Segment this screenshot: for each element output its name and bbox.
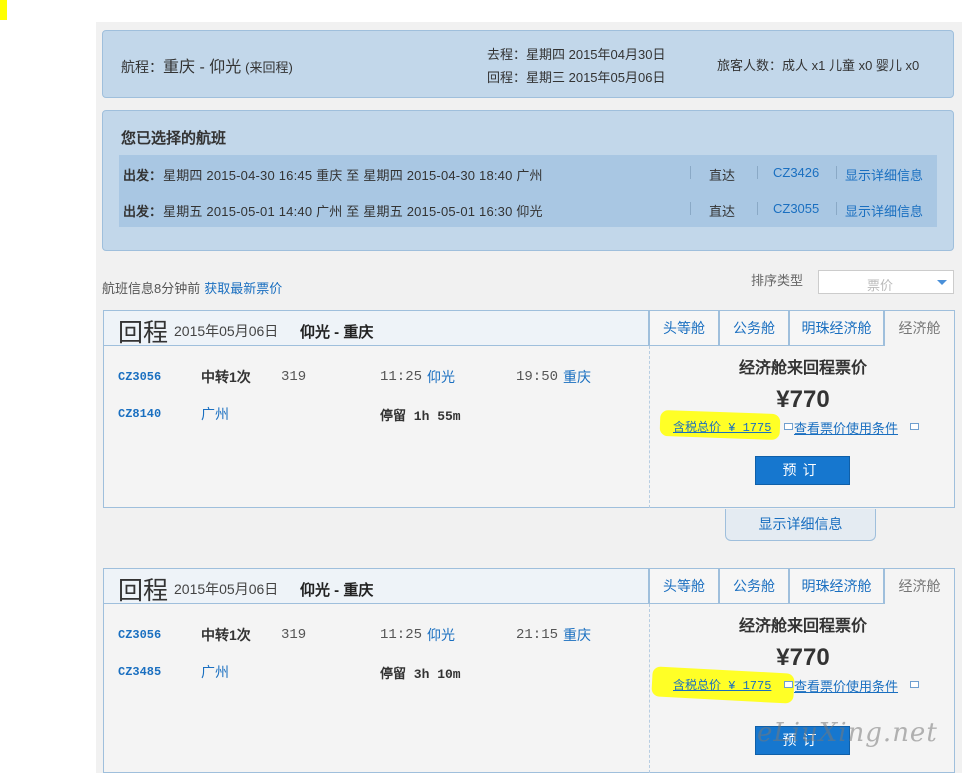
card-direction: 回程 [118,578,169,605]
aircraft-type: 319 [281,627,307,643]
departure-city: 仰光 [427,627,455,643]
show-details-button[interactable]: 显示详细信息 [725,509,876,541]
arrival-city: 重庆 [563,627,591,643]
divider [836,202,837,215]
fare-rules-link[interactable]: 查看票价使用条件 [794,676,898,695]
outbound-date: 去程：星期四 2015年04月30日 [487,47,666,62]
book-button[interactable]: 预订 [755,456,850,485]
tab-business-class[interactable]: 公务舱 [719,568,789,604]
selected-flights-list: 出发： 星期四 2015-04-30 16:45 重庆 至 星期四 2015-0… [119,155,937,227]
selected-flights-title: 您已选择的航班 [121,130,227,147]
card-route: 仰光 - 重庆 [300,324,374,341]
flight-result-card: 回程 2015年05月06日 仰光 - 重庆 头等舱 公务舱 明珠经济舱 经济舱… [103,310,955,510]
price-info-line: 航班信息8分钟前 获取最新票价 [102,278,282,297]
fare-price: ¥770 [776,386,830,413]
route-label: 航程： [121,59,163,75]
transit-city: 广州 [201,664,229,680]
flight-booking-page: 航程：重庆 - 仰光 (来回程) 去程：星期四 2015年04月30日 回程：星… [96,22,962,773]
price-updated-text: 航班信息8分钟前 [102,281,201,296]
depart-label: 出发： [123,204,163,219]
tab-premium-economy[interactable]: 明珠经济舱 [789,310,884,346]
departure-time: 11:25 [380,627,423,643]
corner-highlight [0,0,7,20]
tab-economy[interactable]: 经济舱 [884,568,955,604]
flight-number-link[interactable]: CZ3055 [773,201,819,216]
flight-detail-text: 星期四 2015-04-30 16:45 重庆 至 星期四 2015-04-30… [163,168,543,183]
transfer-count: 中转1次 [201,627,251,643]
total-tax-link[interactable]: 含税总价 ¥ 1775 [673,676,771,693]
flight-code-link[interactable]: CZ3485 [118,665,161,679]
sort-select-value: 票价 [867,278,894,293]
layover-duration: 停留 3h 10m [380,667,461,682]
card-route: 仰光 - 重庆 [300,582,374,599]
external-link-icon [910,681,919,688]
chevron-down-icon [937,280,947,285]
aircraft-type: 319 [281,369,307,385]
flight-code-link[interactable]: CZ3056 [118,370,161,384]
divider [757,202,758,215]
divider [757,166,758,179]
selected-flight-row: 出发： 星期五 2015-05-01 14:40 广州 至 星期五 2015-0… [119,191,937,227]
tab-first-class[interactable]: 头等舱 [649,568,719,604]
card-date: 2015年05月06日 [174,323,279,339]
transfer-count: 中转1次 [201,369,251,385]
return-date: 回程：星期三 2015年05月06日 [487,70,666,85]
selected-flight-row: 出发： 星期四 2015-04-30 16:45 重庆 至 星期四 2015-0… [119,155,937,191]
external-link-icon [784,423,793,430]
card-direction: 回程 [118,320,169,347]
card-date: 2015年05月06日 [174,581,279,597]
route-cities: 重庆 - 仰光 [163,59,242,76]
divider [690,166,691,179]
show-details-link[interactable]: 显示详细信息 [845,201,923,220]
arrival-time: 21:15 [516,627,559,643]
trip-dates: 去程：星期四 2015年04月30日 回程：星期三 2015年05月06日 [487,43,665,89]
flight-number-link[interactable]: CZ3426 [773,165,819,180]
departure-city: 仰光 [427,369,455,385]
nonstop-label: 直达 [709,204,736,219]
depart-label: 出发： [123,168,163,183]
fare-rules-link[interactable]: 查看票价使用条件 [794,418,898,437]
divider [690,202,691,215]
tab-premium-economy[interactable]: 明珠经济舱 [789,568,884,604]
route-type: (来回程) [245,60,293,75]
site-watermark: eLiuXing.net [757,718,938,748]
nonstop-label: 直达 [709,168,736,183]
fare-title: 经济舱来回程票价 [738,618,867,635]
selected-flights-panel: 您已选择的航班 出发： 星期四 2015-04-30 16:45 重庆 至 星期… [102,110,954,251]
flight-code-link[interactable]: CZ3056 [118,628,161,642]
departure-time: 11:25 [380,369,423,385]
transit-city: 广州 [201,406,229,422]
flight-detail-text: 星期五 2015-05-01 14:40 广州 至 星期五 2015-05-01… [163,204,543,219]
divider [836,166,837,179]
refresh-prices-link[interactable]: 获取最新票价 [204,281,282,296]
card-header: 回程 2015年05月06日 仰光 - 重庆 [103,310,649,347]
flight-code-link[interactable]: CZ8140 [118,407,161,421]
layover-duration: 停留 1h 55m [380,409,461,424]
sort-label: 排序类型 [751,273,804,288]
arrival-city: 重庆 [563,369,591,385]
arrival-time: 19:50 [516,369,559,385]
tab-first-class[interactable]: 头等舱 [649,310,719,346]
sort-select[interactable]: 票价 [818,270,954,294]
external-link-icon [910,423,919,430]
show-details-link[interactable]: 显示详细信息 [845,165,923,184]
card-header: 回程 2015年05月06日 仰光 - 重庆 [103,568,649,605]
tab-economy[interactable]: 经济舱 [884,310,955,346]
trip-summary: 航程：重庆 - 仰光 (来回程) 去程：星期四 2015年04月30日 回程：星… [102,30,954,98]
tab-business-class[interactable]: 公务舱 [719,310,789,346]
total-tax-link[interactable]: 含税总价 ¥ 1775 [673,418,771,435]
fare-title: 经济舱来回程票价 [738,360,867,377]
external-link-icon [784,681,793,688]
passenger-count: 旅客人数：成人 x1 儿童 x0 婴儿 x0 [717,58,920,73]
trip-route: 航程：重庆 - 仰光 (来回程) [121,53,293,77]
card-body: CZ3056 中转1次 319 11:25 仰光 19:50 重庆 CZ8140… [103,346,955,508]
